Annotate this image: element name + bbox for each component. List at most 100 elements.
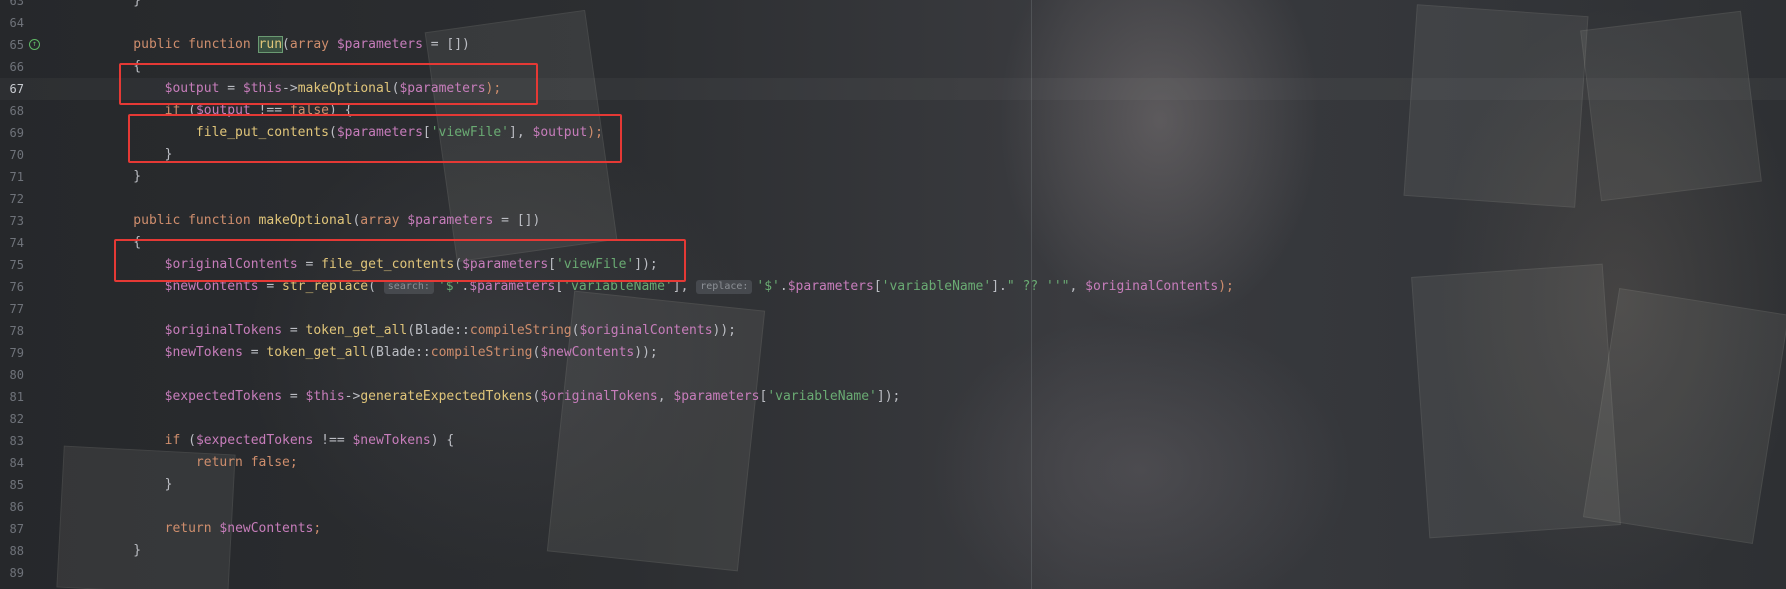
code-token: , xyxy=(1069,279,1086,294)
code-token: $newContents xyxy=(219,521,314,536)
line-number[interactable]: 87 xyxy=(0,518,24,540)
code-text[interactable]: } xyxy=(102,474,173,496)
code-text[interactable]: $expectedTokens = $this->generateExpecte… xyxy=(102,386,901,408)
code-editor[interactable]: 63 } 64 65 ↑ public function run(array $par… xyxy=(0,0,1786,589)
line-number[interactable]: 82 xyxy=(0,408,24,430)
line-number[interactable]: 75 xyxy=(0,254,24,276)
line-number[interactable]: 73 xyxy=(0,210,24,232)
code-token: $parameters xyxy=(787,279,874,294)
code-line[interactable]: 88 } xyxy=(0,540,1786,562)
code-line[interactable]: 64 xyxy=(0,12,1786,34)
line-number[interactable]: 64 xyxy=(0,12,24,34)
code-line[interactable]: 84 return false; xyxy=(0,452,1786,474)
code-line[interactable]: 65 ↑ public function run(array $parameter… xyxy=(0,34,1786,56)
code-token: $originalContents xyxy=(579,323,713,338)
code-line[interactable]: 85 } xyxy=(0,474,1786,496)
code-text[interactable]: $originalTokens = token_get_all(Blade::c… xyxy=(102,320,736,342)
code-line[interactable]: 77 xyxy=(0,298,1786,320)
parameter-hint: search: xyxy=(383,280,434,294)
line-number[interactable]: 84 xyxy=(0,452,24,474)
code-token: $originalTokens xyxy=(164,323,283,338)
line-number[interactable]: 68 xyxy=(0,100,24,122)
code-line[interactable]: 81 $expectedTokens = $this->generateExpe… xyxy=(0,386,1786,408)
code-text[interactable]: public function makeOptional(array $para… xyxy=(102,210,540,232)
code-line[interactable]: 79 $newTokens = token_get_all(Blade::com… xyxy=(0,342,1786,364)
line-number[interactable]: 74 xyxy=(0,232,24,254)
implements-up-arrow-icon[interactable]: ↑ xyxy=(29,39,40,50)
line-number[interactable]: 69 xyxy=(0,122,24,144)
code-token: public function xyxy=(102,213,259,228)
code-line[interactable]: 83 if ($expectedTokens !== $newTokens) { xyxy=(0,430,1786,452)
line-number[interactable]: 83 xyxy=(0,430,24,452)
code-token: ; xyxy=(313,521,322,536)
code-token: } xyxy=(102,0,142,8)
code-token: '$' xyxy=(756,279,780,294)
code-token: ); xyxy=(1218,279,1234,294)
line-number[interactable]: 88 xyxy=(0,540,24,562)
code-line[interactable]: 89 xyxy=(0,562,1786,584)
code-token: array xyxy=(289,37,337,52)
line-number[interactable]: 71 xyxy=(0,166,24,188)
line-number[interactable]: 89 xyxy=(0,562,24,584)
annotation-box-output xyxy=(119,63,538,105)
line-number[interactable]: 66 xyxy=(0,56,24,78)
code-text[interactable]: } xyxy=(102,0,141,12)
line-number[interactable]: 78 xyxy=(0,320,24,342)
code-token: run xyxy=(257,36,284,53)
line-number[interactable]: 80 xyxy=(0,364,24,386)
code-token: $originalContents xyxy=(1085,279,1219,294)
code-token: $newTokens xyxy=(352,433,431,448)
line-number[interactable]: 67 xyxy=(0,78,24,100)
code-line[interactable]: 78 $originalTokens = token_get_all(Blade… xyxy=(0,320,1786,342)
code-line[interactable]: 80 xyxy=(0,364,1786,386)
code-token: token_get_all xyxy=(305,323,408,338)
code-token: !== xyxy=(313,433,353,448)
code-text[interactable]: $newTokens = token_get_all(Blade::compil… xyxy=(102,342,658,364)
code-token: [ xyxy=(873,279,882,294)
code-line[interactable]: 86 xyxy=(0,496,1786,518)
code-text[interactable]: } xyxy=(102,166,141,188)
annotation-box-file-put xyxy=(128,114,622,163)
code-token: = xyxy=(242,345,267,360)
line-number[interactable]: 79 xyxy=(0,342,24,364)
line-number[interactable]: 86 xyxy=(0,496,24,518)
code-line[interactable]: 72 xyxy=(0,188,1786,210)
code-token: generateExpectedTokens xyxy=(360,389,533,404)
code-line[interactable]: 82 xyxy=(0,408,1786,430)
code-token: $parameters xyxy=(673,389,760,404)
code-token: token_get_all xyxy=(266,345,369,360)
code-token: ]. xyxy=(991,279,1007,294)
code-token: makeOptional xyxy=(258,213,353,228)
code-token: (Blade:: xyxy=(368,345,431,360)
code-token: $expectedTokens xyxy=(164,389,283,404)
line-number[interactable]: 77 xyxy=(0,298,24,320)
line-number[interactable]: 76 xyxy=(0,276,24,298)
code-line[interactable]: 87 return $newContents; xyxy=(0,518,1786,540)
line-number[interactable]: 65 xyxy=(0,34,24,56)
code-text[interactable]: public function run(array $parameters = … xyxy=(102,34,470,56)
line-number[interactable]: 70 xyxy=(0,144,24,166)
code-token: = xyxy=(282,389,306,404)
line-number[interactable]: 63 xyxy=(0,0,24,12)
line-number[interactable]: 85 xyxy=(0,474,24,496)
code-token: $parameters xyxy=(336,37,423,52)
code-token: $parameters xyxy=(407,213,494,228)
code-text[interactable]: } xyxy=(102,540,141,562)
code-line[interactable]: 73 public function makeOptional(array $p… xyxy=(0,210,1786,232)
code-text[interactable]: return $newContents; xyxy=(102,518,322,540)
code-token: = []) xyxy=(422,37,470,52)
code-token: , xyxy=(657,389,674,404)
code-line[interactable]: 71 } xyxy=(0,166,1786,188)
line-number[interactable]: 72 xyxy=(0,188,24,210)
code-token: $this xyxy=(305,389,345,404)
code-text[interactable]: if ($expectedTokens !== $newTokens) { xyxy=(102,430,455,452)
code-token: return false; xyxy=(195,455,298,470)
code-text[interactable]: return false; xyxy=(102,452,298,474)
code-line[interactable]: 63 } xyxy=(0,0,1786,12)
line-number[interactable]: 81 xyxy=(0,386,24,408)
code-token: compileString xyxy=(430,345,533,360)
code-token: array xyxy=(360,213,408,228)
